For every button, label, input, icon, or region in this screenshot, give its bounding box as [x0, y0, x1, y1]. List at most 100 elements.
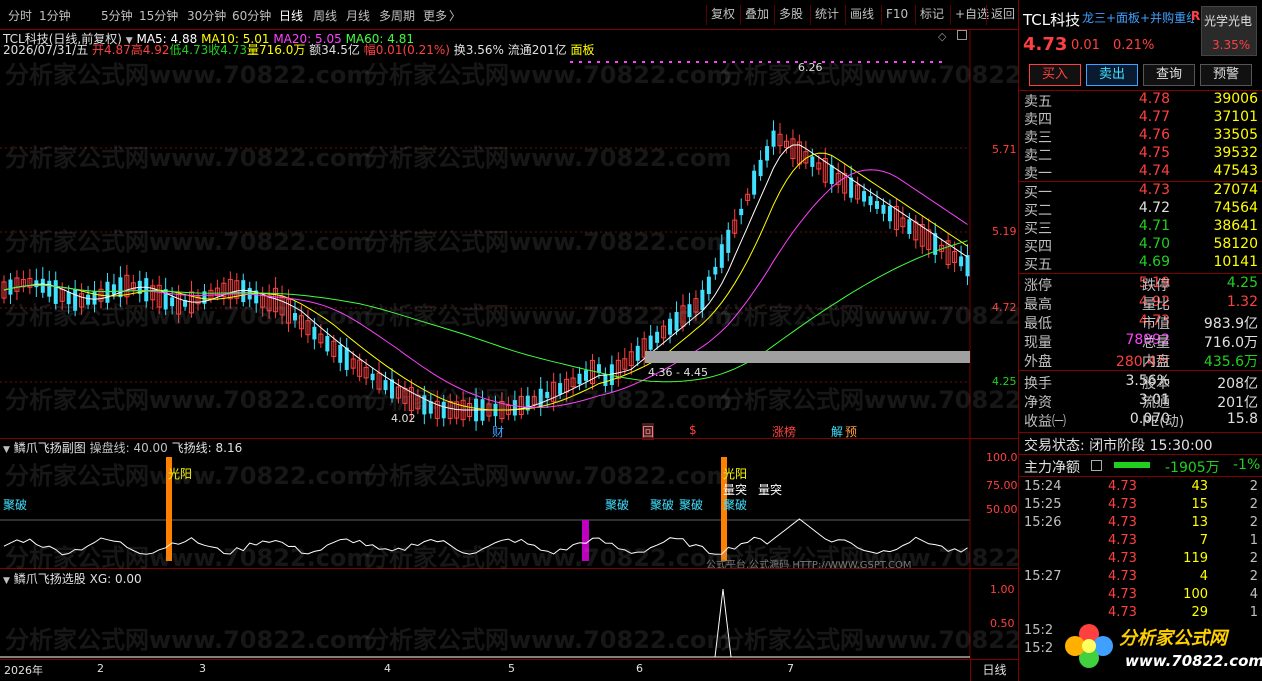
period-fenshi[interactable]: 分时 [8, 7, 32, 24]
fundamental-value: 15.8 [1226, 411, 1258, 427]
feiyang-line [3, 518, 968, 556]
indicator-panel-2[interactable]: ▼ 鳞爪飞扬选股 XG: 0.00 1.00 0.50 [0, 568, 1018, 660]
candle-down [370, 373, 375, 381]
bid-row[interactable]: 买四 4.70 58120 [1024, 236, 1258, 255]
ask-row[interactable]: 卖一 4.74 47543 [1024, 163, 1258, 182]
ask-row[interactable]: 卖四 4.77 37101 [1024, 109, 1258, 128]
candle-down [765, 146, 770, 161]
sector-box[interactable]: 光学光电 3.35% [1201, 6, 1257, 56]
mark-button[interactable]: 标记 [915, 5, 948, 25]
bid-row[interactable]: 买三 4.71 38641 [1024, 218, 1258, 237]
period-monthly[interactable]: 月线 [346, 7, 370, 24]
period-30min[interactable]: 30分钟 [187, 7, 226, 24]
ind2-title: 鳞爪飞扬选股 [13, 572, 86, 586]
event-dividend[interactable]: $ [689, 423, 697, 437]
back-button[interactable]: 返回 [986, 5, 1019, 25]
tick-price: 4.73 [1108, 551, 1137, 566]
signal-dot [633, 61, 636, 63]
maximize-icon[interactable] [957, 30, 967, 40]
fuquan-button[interactable]: 复权 [706, 5, 739, 25]
candle-down [752, 170, 757, 195]
candle-down [959, 256, 964, 267]
tick-time: 15:24 [1024, 479, 1062, 494]
bid-row[interactable]: 买五 4.69 10141 [1024, 254, 1258, 273]
multi-stock-button[interactable]: 多股 [774, 5, 807, 25]
stat-value: 716.0万 [1203, 335, 1258, 351]
stat-value: 1.32 [1226, 294, 1258, 310]
period-indicator[interactable]: 日线 [970, 660, 1018, 681]
candle-down [105, 281, 110, 303]
signal-dot [831, 61, 834, 63]
bid-level-label: 买一 [1024, 185, 1052, 201]
period-15min[interactable]: 15分钟 [139, 7, 178, 24]
tick-volume: 43 [1191, 479, 1208, 494]
candle-down [603, 374, 608, 386]
sell-button[interactable]: 卖出 [1086, 64, 1138, 86]
quote-panel: TCL科技 龙三+面板+并购重组 R 光学光电 3.35% 4.73 0.01 … [1018, 0, 1262, 681]
signal-dot [921, 61, 924, 63]
indicator-1-chart[interactable] [0, 439, 1018, 569]
tick-count: 1 [1249, 605, 1258, 620]
query-button[interactable]: 查询 [1143, 64, 1195, 86]
ind1-tick-100: 100.0 [986, 451, 1018, 464]
ask-price: 4.74 [1138, 163, 1170, 179]
candle-down [545, 391, 550, 398]
ask-row[interactable]: 卖三 4.76 33505 [1024, 127, 1258, 146]
ask-row[interactable]: 卖五 4.78 39006 [1024, 91, 1258, 110]
settings-diamond-icon[interactable]: ◇ [938, 30, 946, 43]
candle-down [881, 204, 886, 214]
stat-label: 最低 [1024, 316, 1052, 332]
info-float: 流通201亿 [507, 43, 567, 57]
candle-down [713, 266, 718, 275]
stat-row: 最高 4.92 量比 1.32 [1024, 294, 1258, 313]
info-amount: 额34.5亿 [309, 43, 360, 57]
buy-button[interactable]: 买入 [1029, 64, 1081, 86]
chevron-right-icon[interactable]: 〉 [449, 7, 461, 24]
low-price-label: 4.02 [391, 412, 416, 425]
draw-line-button[interactable]: 画线 [845, 5, 878, 25]
alert-button[interactable]: 预警 [1200, 64, 1252, 86]
ask-level-label: 卖五 [1024, 94, 1052, 110]
date-year: 2026年 [4, 664, 43, 677]
dropdown-icon[interactable]: ▼ [3, 445, 10, 455]
candle-down [325, 335, 330, 352]
indicator-2-chart[interactable] [0, 569, 1018, 660]
ask-volume: 47543 [1213, 163, 1258, 179]
ask-row[interactable]: 卖二 4.75 39532 [1024, 145, 1258, 164]
info-turnover: 换3.56% [453, 43, 504, 57]
info-vol: 量716.0万 [246, 43, 306, 57]
signal-dot [867, 61, 870, 63]
candle-down [344, 347, 349, 370]
overlay-button[interactable]: 叠加 [740, 5, 773, 25]
ask-volume: 37101 [1213, 109, 1258, 125]
tick-price: 4.73 [1108, 533, 1137, 548]
ind1-legend: ▼ 鳞爪飞扬副图 操盘线: 40.00 飞扬线: 8.16 [3, 439, 242, 456]
signal-liangtu-2: 量突 [758, 483, 783, 497]
kline-chart[interactable] [0, 30, 1018, 438]
tick-count: 2 [1249, 551, 1258, 566]
period-1min[interactable]: 1分钟 [39, 7, 71, 24]
tick-row: 15:25 4.73 15 2 [1024, 497, 1258, 515]
period-multi[interactable]: 多周期 [379, 7, 415, 24]
period-weekly[interactable]: 周线 [313, 7, 337, 24]
bid-row[interactable]: 买二 4.72 74564 [1024, 200, 1258, 219]
period-60min[interactable]: 60分钟 [232, 7, 271, 24]
concept-tags[interactable]: 龙三+面板+并购重组 [1082, 9, 1194, 26]
list-icon[interactable] [1091, 460, 1102, 471]
f10-button[interactable]: F10 [881, 5, 912, 25]
tick-price: 4.73 [1108, 479, 1137, 494]
indicator-panel-1[interactable]: ▼ 鳞爪飞扬副图 操盘线: 40.00 飞扬线: 8.16 100.0 75.0… [0, 438, 1018, 571]
kline-panel[interactable]: TCL科技(日线,前复权) ▼ MA5: 4.88 MA10: 5.01 MA2… [0, 30, 1018, 440]
ma10-line [3, 152, 968, 411]
signal-dot [642, 61, 645, 63]
stats-button[interactable]: 统计 [810, 5, 843, 25]
tick-price: 4.73 [1108, 497, 1137, 512]
dropdown-icon[interactable]: ▼ [3, 576, 10, 586]
ask-price: 4.76 [1138, 127, 1170, 143]
net-flow-bar [1114, 462, 1150, 468]
period-daily[interactable]: 日线 [279, 7, 303, 24]
period-more[interactable]: 更多 [423, 7, 447, 24]
period-5min[interactable]: 5分钟 [101, 7, 133, 24]
bid-row[interactable]: 买一 4.73 27074 [1024, 182, 1258, 201]
tick-price: 4.73 [1108, 587, 1137, 602]
